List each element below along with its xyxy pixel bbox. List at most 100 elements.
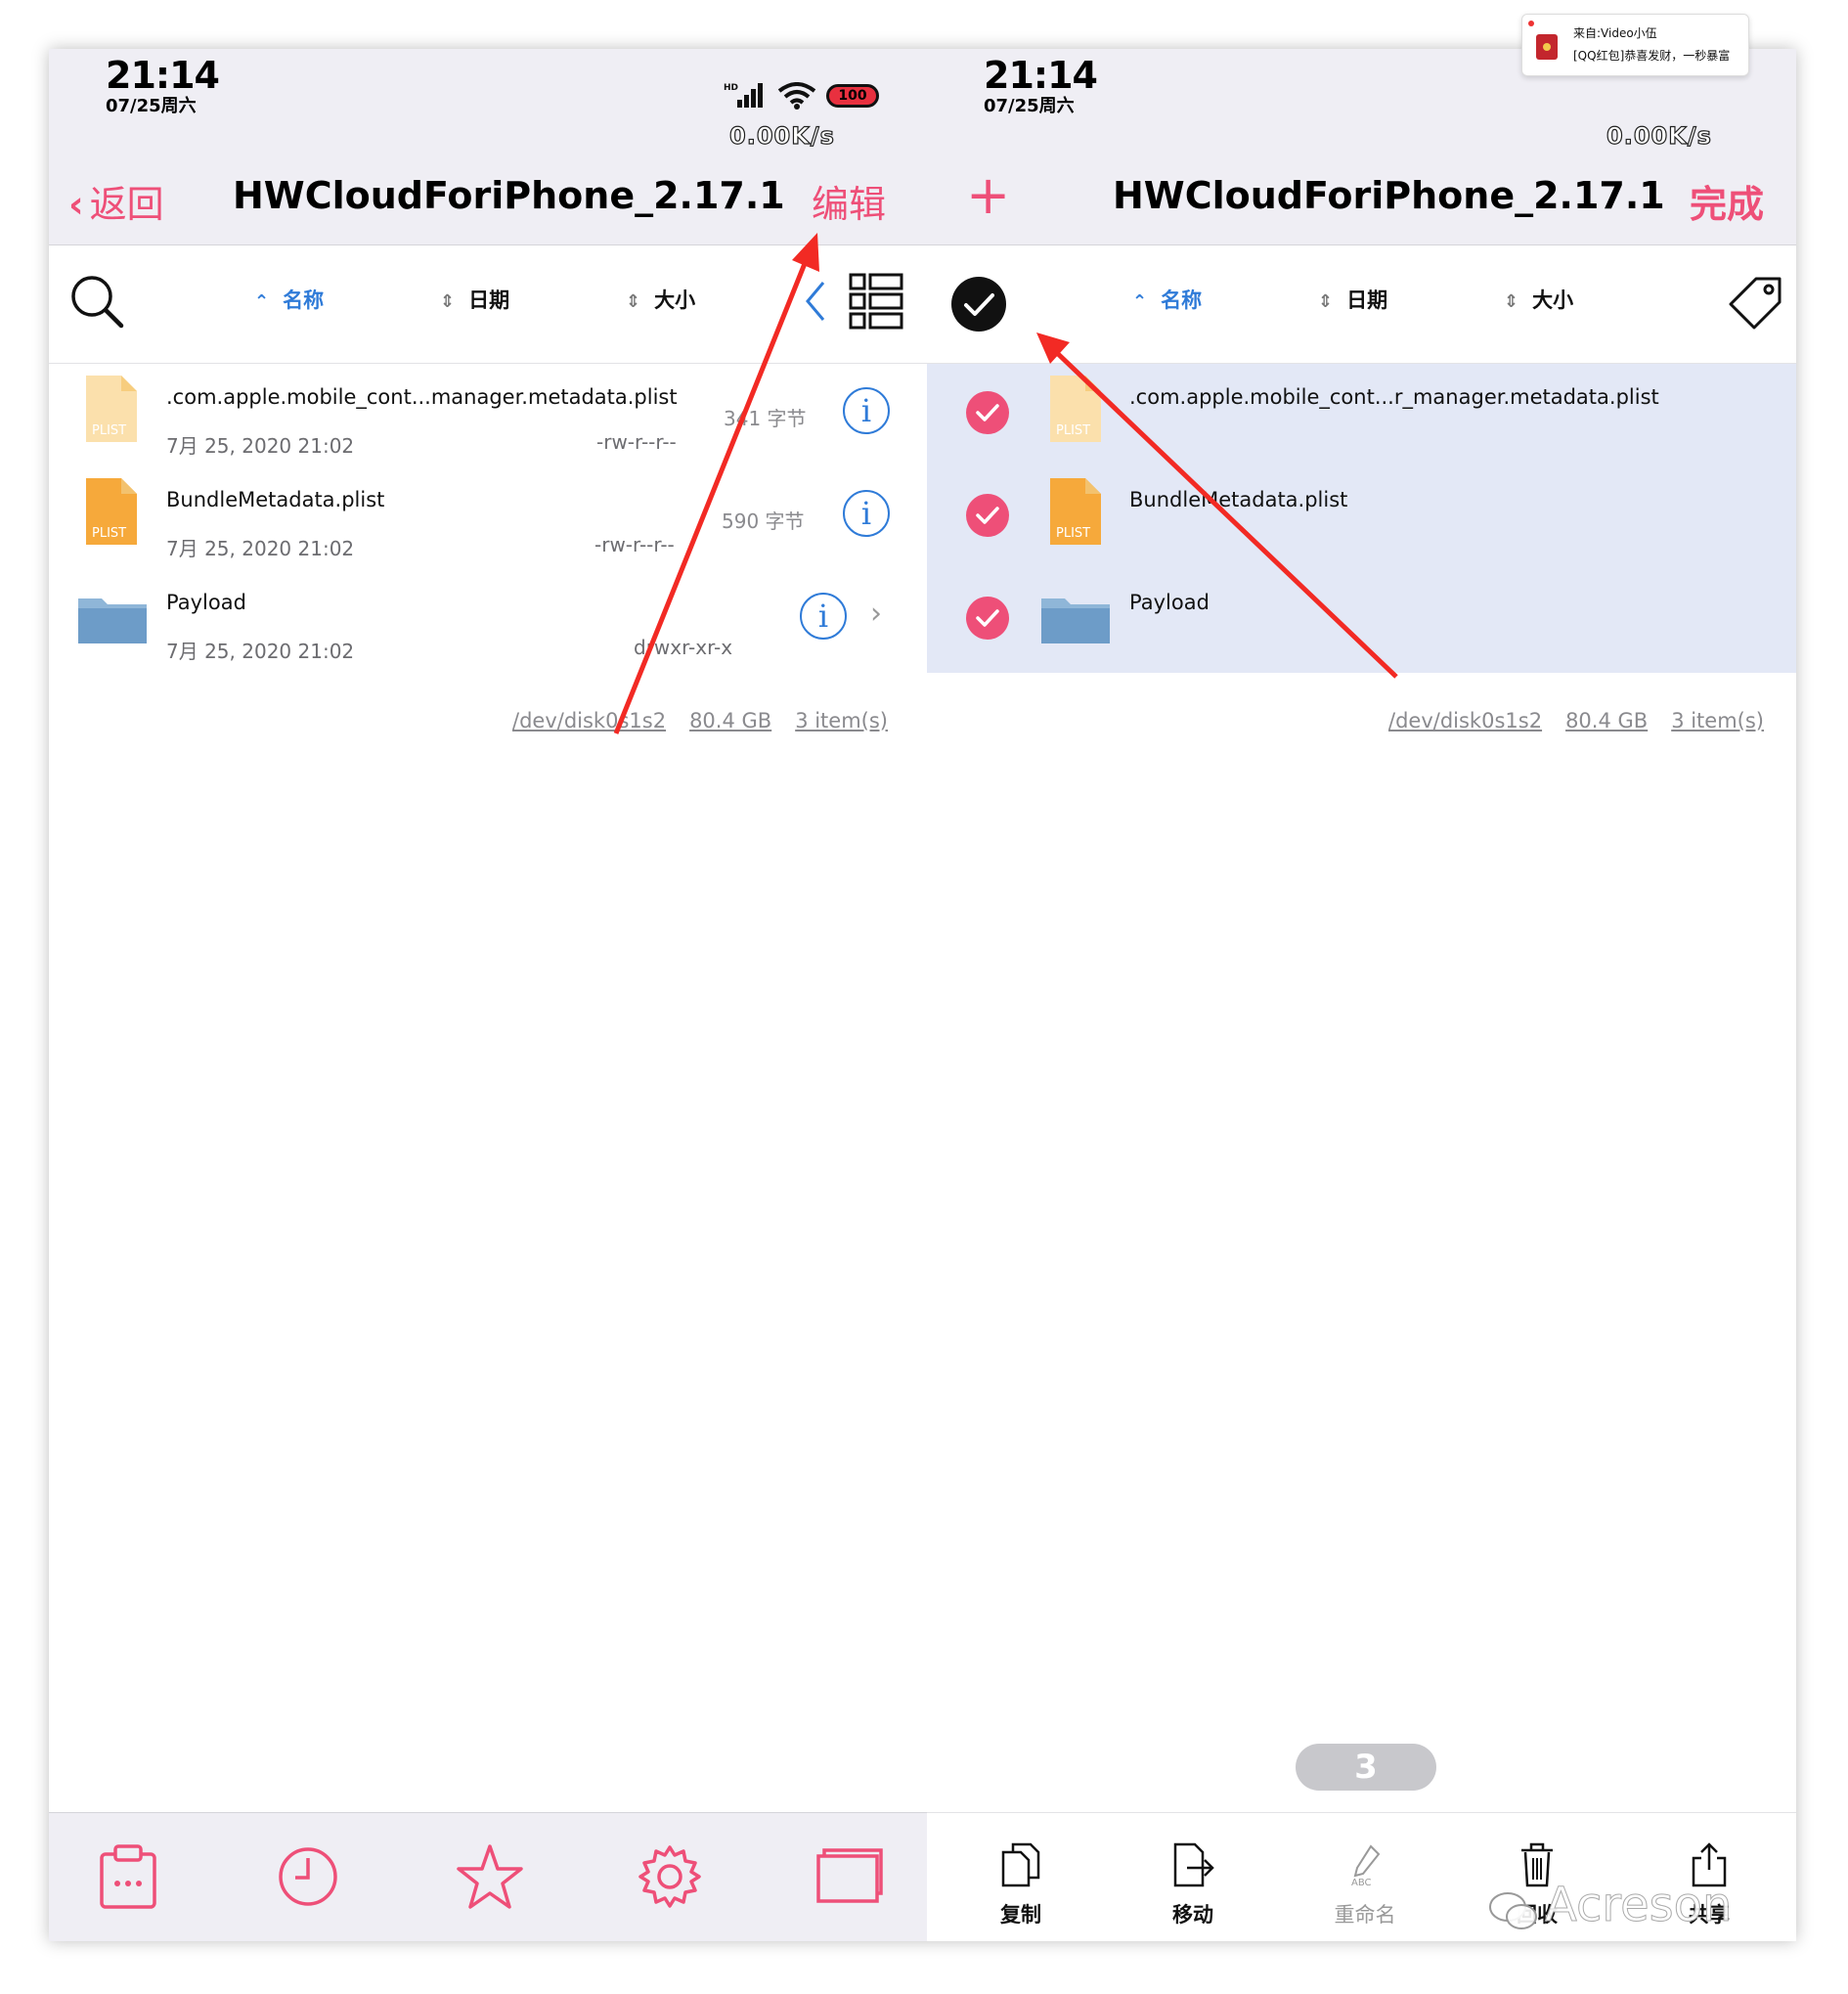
windows-icon[interactable] [814, 1842, 883, 1911]
sort-by-size[interactable]: ⇕ 大小 [626, 285, 695, 314]
gear-icon[interactable] [636, 1842, 704, 1911]
rename-icon: ABC [1351, 1844, 1381, 1888]
sort-name-label: 名称 [283, 288, 325, 312]
file-list-selected: PLIST .com.apple.mobile_cont...r_manager… [927, 364, 1796, 673]
file-date: 7月 25, 2020 21:02 [166, 434, 355, 458]
sort-updown-icon: ⇕ [626, 291, 641, 312]
file-name: .com.apple.mobile_cont...r_manager.metad… [1129, 385, 1659, 409]
file-row-selected[interactable]: PLIST BundleMetadata.plist [927, 466, 1796, 569]
plist-file-icon: PLIST [1050, 478, 1101, 545]
notification-banner[interactable]: 来自:Video小伍 [QQ红包]恭喜发财，一秒暴富 [1521, 14, 1749, 76]
info-icon[interactable]: i [843, 490, 890, 537]
sort-by-name[interactable]: ⌃ 名称 [254, 285, 324, 314]
page-title: HWCloudForiPhone_2.17.1 [233, 174, 785, 217]
svg-text:PLIST: PLIST [92, 423, 126, 438]
move-label: 移动 [1172, 1903, 1213, 1927]
back-button[interactable]: ‹ 返回 [68, 174, 164, 228]
rename-button[interactable]: ABC 重命名 [1316, 1840, 1414, 1928]
checkmark-icon[interactable] [966, 391, 1009, 434]
tab-bar [49, 1812, 927, 1941]
left-panel: 21:14 07/25周六 HD 100 0.00K/s ‹ 返回 HWClou… [49, 49, 927, 1941]
chevron-left-icon: ‹ [68, 183, 84, 226]
file-name: .com.apple.mobile_cont...manager.metadat… [166, 385, 678, 409]
sort-by-name[interactable]: ⌃ 名称 [1132, 285, 1202, 314]
copy-label: 复制 [1000, 1903, 1041, 1927]
file-date: 7月 25, 2020 21:02 [166, 537, 355, 560]
back-label: 返回 [89, 183, 164, 226]
list-view-icon[interactable] [849, 273, 903, 330]
checkmark-icon[interactable] [966, 597, 1009, 640]
folder-row[interactable]: Payload 7月 25, 2020 21:02 drwxr-xr-x i › [49, 569, 927, 672]
sort-name-label: 名称 [1161, 288, 1203, 312]
file-row-selected[interactable]: PLIST .com.apple.mobile_cont...r_manager… [927, 364, 1796, 466]
plist-file-icon: PLIST [86, 478, 137, 545]
disk-path-link[interactable]: /dev/disk0s1s2 [1388, 709, 1542, 732]
chevron-left-icon[interactable] [802, 277, 831, 326]
selected-count-badge: 3 [1296, 1744, 1436, 1791]
sort-updown-icon: ⇕ [1504, 291, 1519, 312]
copy-icon [1001, 1842, 1040, 1887]
edit-button[interactable]: 编辑 [812, 174, 886, 228]
svg-text:PLIST: PLIST [1056, 423, 1090, 438]
notification-sender: 来自:Video小伍 [1573, 26, 1657, 40]
select-all-icon[interactable] [950, 276, 1007, 332]
file-row[interactable]: PLIST BundleMetadata.plist 7月 25, 2020 2… [49, 466, 927, 569]
done-button[interactable]: 完成 [1690, 174, 1764, 228]
file-row[interactable]: PLIST .com.apple.mobile_cont...manager.m… [49, 364, 927, 466]
wechat-icon [1489, 1892, 1537, 1929]
disk-space-link[interactable]: 80.4 GB [1565, 709, 1648, 732]
clock-icon[interactable] [274, 1842, 342, 1911]
clipboard-icon[interactable] [94, 1842, 162, 1911]
folder-icon [1041, 598, 1110, 643]
nav-bar: + HWCloudForiPhone_2.17.1 完成 [927, 147, 1796, 245]
disk-path-link[interactable]: /dev/disk0s1s2 [512, 709, 666, 732]
copy-button[interactable]: 复制 [972, 1840, 1070, 1928]
sort-size-label: 大小 [654, 288, 696, 312]
svg-text:ABC: ABC [1351, 1878, 1372, 1888]
info-icon[interactable]: i [843, 387, 890, 434]
network-label: HD [724, 83, 738, 93]
network-speed: 0.00K/s [728, 121, 835, 150]
screenshot-frame: 21:14 07/25周六 HD 100 0.00K/s ‹ 返回 HWClou… [49, 49, 1796, 1941]
rename-label: 重命名 [1334, 1903, 1396, 1927]
notification-message: [QQ红包]恭喜发财，一秒暴富 [1573, 49, 1731, 63]
move-icon [1173, 1842, 1214, 1887]
add-button[interactable]: + [966, 164, 1010, 226]
tag-icon[interactable] [1727, 275, 1783, 332]
file-name: BundleMetadata.plist [1129, 488, 1348, 511]
sort-by-date[interactable]: ⇕ 日期 [1318, 285, 1387, 314]
sort-updown-icon: ⇕ [440, 291, 456, 312]
sort-toolbar: ⌃ 名称 ⇕ 日期 ⇕ 大小 [49, 245, 927, 364]
svg-text:PLIST: PLIST [92, 526, 126, 541]
status-time: 21:14 [106, 54, 220, 97]
folder-row-selected[interactable]: Payload [927, 569, 1796, 672]
notification-dot [1528, 21, 1534, 26]
file-permissions: -rw-r--r-- [594, 533, 675, 556]
right-panel: 21:14 07/25周六 0.00K/s + HWCloudForiPhone… [927, 49, 1796, 1941]
chevron-right-icon[interactable]: › [870, 597, 882, 631]
sort-date-label: 日期 [468, 288, 510, 312]
sort-ascending-icon: ⌃ [1132, 291, 1148, 312]
star-icon[interactable] [456, 1842, 524, 1911]
network-speed: 0.00K/s [1606, 121, 1712, 150]
svg-text:PLIST: PLIST [1056, 526, 1090, 541]
item-count-link[interactable]: 3 item(s) [795, 709, 888, 732]
file-size: 341 字节 [724, 407, 807, 430]
item-count-link[interactable]: 3 item(s) [1671, 709, 1764, 732]
status-icons: HD 100 [724, 80, 900, 113]
battery-icon: 100 [826, 84, 879, 108]
file-size: 590 字节 [722, 510, 805, 533]
file-date: 7月 25, 2020 21:02 [166, 640, 355, 663]
sort-by-date[interactable]: ⇕ 日期 [440, 285, 509, 314]
info-icon[interactable]: i [800, 593, 847, 640]
sort-by-size[interactable]: ⇕ 大小 [1504, 285, 1573, 314]
search-icon[interactable] [68, 273, 127, 332]
file-permissions: -rw-r--r-- [596, 430, 677, 454]
plist-file-icon: PLIST [1050, 376, 1101, 442]
sort-date-label: 日期 [1346, 288, 1388, 312]
move-button[interactable]: 移动 [1144, 1840, 1242, 1928]
status-time: 21:14 [984, 54, 1098, 97]
checkmark-icon[interactable] [966, 494, 1009, 537]
file-permissions: drwxr-xr-x [634, 636, 733, 659]
disk-space-link[interactable]: 80.4 GB [689, 709, 771, 732]
